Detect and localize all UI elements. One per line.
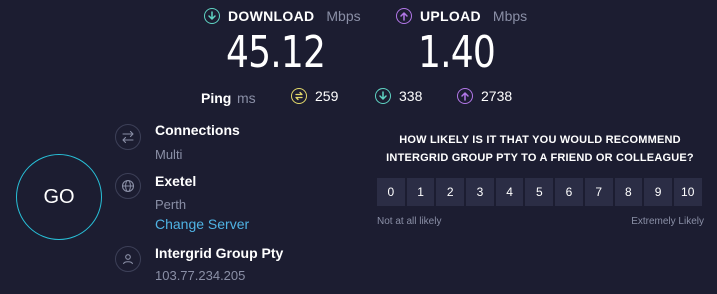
ping-idle: 259 <box>291 88 338 104</box>
upload-unit: Mbps <box>492 8 528 24</box>
ping-row: Ping ms 259 338 2738 <box>0 88 717 108</box>
survey-question: HOW LIKELY IS IT THAT YOU WOULD RECOMMEN… <box>370 131 710 167</box>
survey-question-line1: HOW LIKELY IS IT THAT YOU WOULD RECOMMEN… <box>399 134 681 146</box>
rating-option-4[interactable]: 4 <box>495 178 524 206</box>
download-speed-value: 45.12 <box>226 27 326 78</box>
connections-icon <box>115 124 141 150</box>
download-arrow-icon <box>204 8 220 24</box>
host-ip: 103.77.234.205 <box>155 268 246 283</box>
rating-option-5[interactable]: 5 <box>525 178 554 206</box>
download-header: DOWNLOAD Mbps <box>204 8 361 24</box>
go-button-label: GO <box>43 185 75 208</box>
rating-option-8[interactable]: 8 <box>614 178 643 206</box>
go-button[interactable]: GO <box>16 154 102 240</box>
upload-label: UPLOAD <box>420 8 481 24</box>
rating-option-10[interactable]: 10 <box>673 178 702 206</box>
connections-title: Connections <box>155 122 240 138</box>
rating-option-1[interactable]: 1 <box>406 178 435 206</box>
globe-icon <box>115 173 141 199</box>
ping-label: Ping <box>201 90 232 106</box>
speedtest-results: DOWNLOAD Mbps 45.12 UPLOAD Mbps 1.40 Pin… <box>0 0 717 294</box>
ping-upload: 2738 <box>457 88 512 104</box>
rating-option-7[interactable]: 7 <box>584 178 613 206</box>
rating-option-6[interactable]: 6 <box>555 178 583 206</box>
ping-idle-value: 259 <box>315 88 339 104</box>
rating-option-0[interactable]: 0 <box>377 178 405 206</box>
ping-unit: ms <box>237 90 256 106</box>
ping-download: 338 <box>375 88 422 104</box>
scale-low-label: Not at all likely <box>377 216 442 227</box>
upload-header: UPLOAD Mbps <box>396 8 527 24</box>
change-server-link[interactable]: Change Server <box>155 216 249 232</box>
ping-idle-icon <box>291 88 307 104</box>
rating-option-9[interactable]: 9 <box>644 178 672 206</box>
connections-mode: Multi <box>155 147 183 162</box>
host-name: Intergrid Group Pty <box>155 245 284 261</box>
scale-high-label: Extremely Likely <box>631 216 704 227</box>
ping-download-value: 338 <box>399 88 423 104</box>
upload-arrow-icon <box>396 8 412 24</box>
ping-upload-value: 2738 <box>481 88 513 104</box>
isp-name: Exetel <box>155 173 197 189</box>
rating-scale: 0 1 2 3 4 5 6 7 8 9 10 <box>377 178 702 206</box>
ping-upload-icon <box>457 88 473 104</box>
upload-speed-value: 1.40 <box>418 27 496 78</box>
isp-location: Perth <box>155 197 187 212</box>
rating-option-2[interactable]: 2 <box>436 178 465 206</box>
rating-option-3[interactable]: 3 <box>466 178 494 206</box>
download-label: DOWNLOAD <box>228 8 315 24</box>
ping-download-icon <box>375 88 391 104</box>
survey-question-line2: INTERGRID GROUP PTY TO A FRIEND OR COLLE… <box>386 152 694 164</box>
user-icon <box>115 246 141 272</box>
download-unit: Mbps <box>326 8 361 24</box>
